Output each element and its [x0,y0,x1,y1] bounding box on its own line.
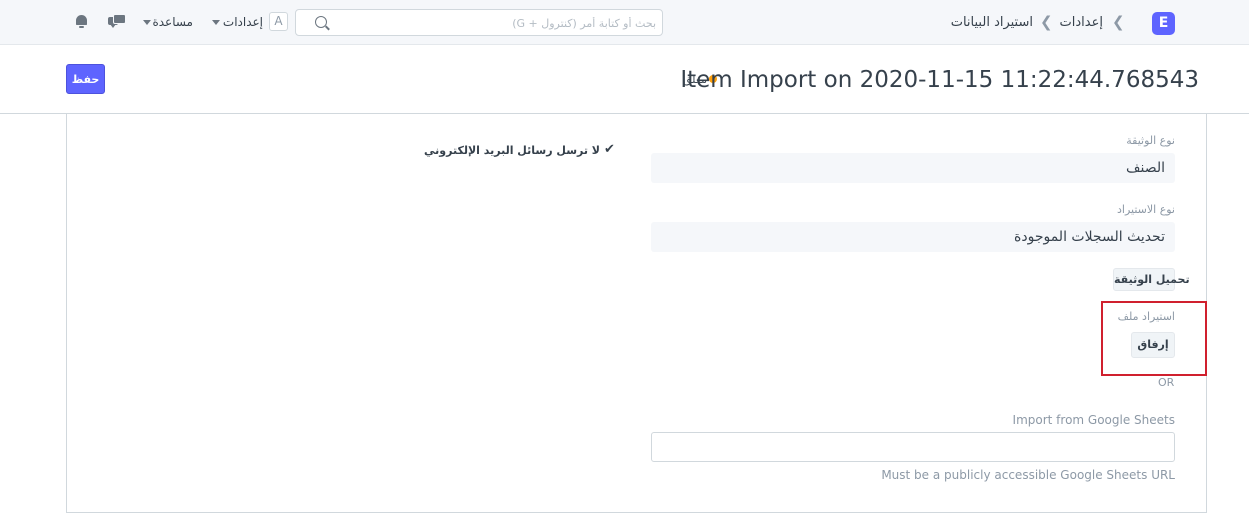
settings-menu[interactable]: إعدادات [223,15,263,29]
help-menu[interactable]: مساعدة [152,15,193,29]
page-title: Item Import on 2020-11-15 11:22:44.76854… [680,67,1199,93]
breadcrumb-settings[interactable]: إعدادات [1060,15,1103,30]
chevron-left-icon: ❮ [1040,13,1053,31]
caret-down-icon [143,20,151,25]
google-sheets-help: Must be a publicly accessible Google She… [881,468,1175,482]
navbar: E ❮ إعدادات ❮ استيراد البيانات A إعدادات… [0,0,1249,45]
doctype-value: الصنف [1125,160,1165,176]
chat-icon[interactable] [108,14,126,28]
app-logo[interactable]: E [1152,12,1175,35]
bell-icon[interactable] [76,15,87,28]
breadcrumb-data-import[interactable]: استيراد البيانات [951,15,1033,30]
no-email-label[interactable]: لا ترسل رسائل البريد الإلكتروني [424,144,600,157]
caret-down-icon [212,20,220,25]
avatar[interactable]: A [269,12,288,31]
doctype-field[interactable]: الصنف [651,153,1175,183]
import-type-label: نوع الاستيراد [1116,203,1175,216]
chevron-left-icon: ❮ [1112,13,1125,31]
search-input[interactable] [336,13,658,34]
download-template-button[interactable]: تحميل الوثيقة [1113,268,1190,291]
page-head: حفظ معلق Item Import on 2020-11-15 11:22… [0,45,1249,114]
search-icon [315,16,327,28]
doctype-label: نوع الوثيقة [1126,134,1175,147]
google-sheets-label: Import from Google Sheets [1012,413,1175,427]
save-button[interactable]: حفظ [66,64,105,94]
highlight-box [1101,301,1207,376]
or-label: OR [1158,376,1175,389]
search-bar[interactable] [295,9,663,36]
import-type-value: تحديث السجلات الموجودة [1014,229,1165,245]
checkmark-icon[interactable]: ✔ [604,142,615,157]
import-type-field[interactable]: تحديث السجلات الموجودة [651,222,1175,252]
google-sheets-input[interactable] [651,432,1175,462]
